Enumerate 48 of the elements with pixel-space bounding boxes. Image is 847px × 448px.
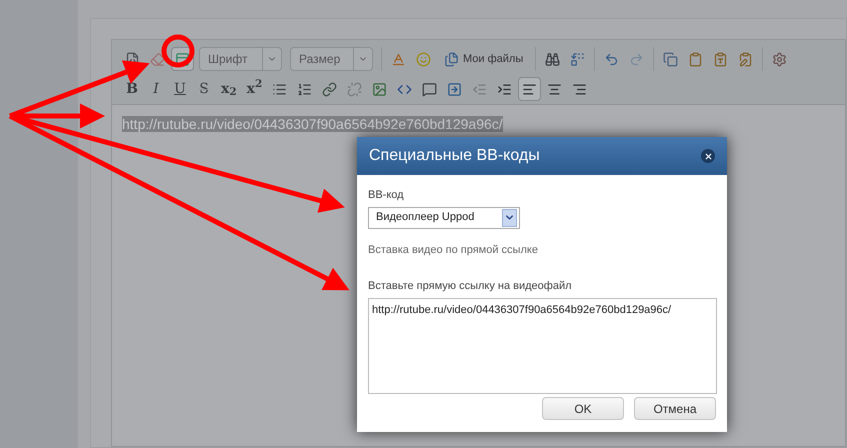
clipboard-icon (738, 52, 754, 66)
eraser-icon (150, 52, 165, 66)
bbcode-select[interactable]: Видеоплеер Uppod (368, 206, 520, 228)
link-icon (322, 82, 338, 96)
format-button[interactable]: S (193, 77, 215, 101)
replace-icon (570, 52, 586, 66)
description-text: Вставка видео по прямой ссылке (368, 242, 539, 258)
align-right-icon (572, 82, 588, 96)
dropdown[interactable]: Шрифт (199, 47, 282, 71)
align-center-icon (547, 82, 562, 96)
align-left-icon (522, 82, 538, 96)
field-label: BB-код (368, 188, 405, 203)
outdent-icon (472, 82, 488, 96)
close-icon (704, 152, 712, 160)
text-color-icon (391, 52, 406, 66)
format-button[interactable]: x$_{2}$ (217, 77, 241, 101)
my-files-button[interactable]: Мои файлы (440, 47, 528, 71)
files-icon (444, 52, 459, 66)
dialog-button[interactable]: Отмена (634, 397, 716, 420)
image-icon (372, 82, 388, 96)
clipboard-icon (713, 52, 728, 66)
indent-icon (497, 82, 512, 96)
field-label: Вставьте прямую ссылку на видеофайл (368, 279, 573, 294)
undo-icon (604, 52, 620, 66)
redo-icon (629, 52, 644, 66)
dialog-button[interactable]: OK (542, 397, 624, 420)
numbered-list-icon (297, 82, 312, 96)
format-button[interactable]: I (145, 77, 167, 101)
speech-bubble-icon (422, 82, 438, 96)
format-button[interactable]: x$^{2}$ (242, 77, 266, 101)
media-icon (447, 82, 462, 96)
format-button[interactable]: U (169, 77, 191, 101)
toolbar-button[interactable] (518, 77, 542, 101)
link-field[interactable]: http://rutube.ru/video/04436307f90a6564b92e760bd129a96c/ (368, 298, 717, 394)
unlink-icon (347, 82, 362, 96)
binoculars-icon (545, 52, 560, 66)
panel-icon (175, 52, 190, 66)
smiley-icon (416, 52, 431, 66)
close-button[interactable] (701, 149, 715, 163)
dialog-title: Специальные BB-коды (369, 146, 540, 166)
bullet-list-icon (272, 82, 288, 96)
clipboard-icon (688, 52, 704, 66)
editor-text: http://rutube.ru/video/04436307f90a6564b92e760bd129a96c/ (122, 116, 503, 132)
dropdown[interactable]: Размер (290, 47, 373, 71)
copy-icon (663, 52, 678, 66)
highlight-circle (162, 34, 194, 68)
gear-icon (772, 52, 788, 66)
format-button[interactable]: B (121, 77, 143, 101)
